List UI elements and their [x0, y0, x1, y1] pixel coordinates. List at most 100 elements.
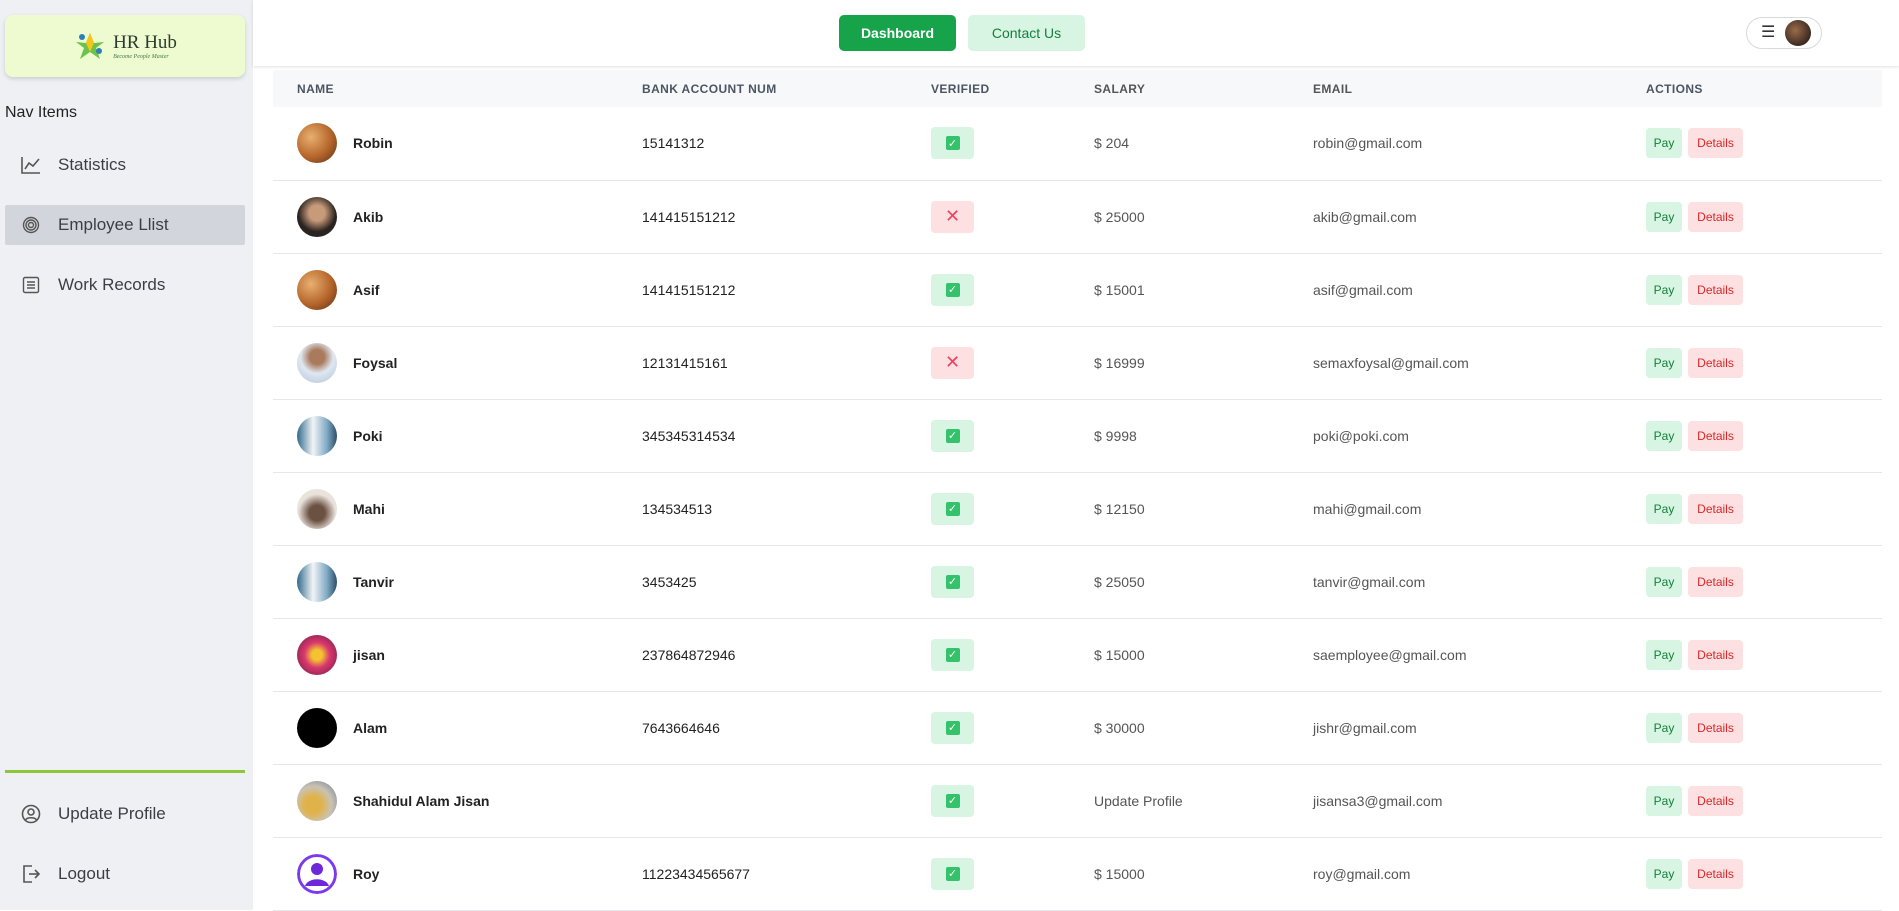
employee-name: Poki [353, 427, 383, 444]
checkmark-icon: ✓ [945, 720, 960, 735]
pay-button[interactable]: Pay [1646, 128, 1682, 159]
details-button[interactable]: Details [1688, 712, 1743, 743]
details-button[interactable]: Details [1688, 858, 1743, 889]
email: robin@gmail.com [1313, 135, 1423, 152]
table-row: Foysal 12131415161 ✕ $ 16999 semaxfoysal… [273, 326, 1882, 399]
pay-button[interactable]: Pay [1646, 493, 1682, 524]
email: mahi@gmail.com [1313, 500, 1422, 517]
avatar [297, 488, 337, 529]
email: jisansa3@gmail.com [1313, 792, 1443, 809]
details-button[interactable]: Details [1688, 566, 1743, 597]
column-header-verified: VERIFIED [931, 81, 990, 96]
pay-button[interactable]: Pay [1646, 420, 1682, 451]
details-button[interactable]: Details [1688, 639, 1743, 670]
column-header-bank: BANK ACCOUNT NUM [642, 81, 777, 96]
avatar [297, 196, 337, 237]
avatar [297, 707, 337, 748]
avatar [297, 561, 337, 602]
email: tanvir@gmail.com [1313, 573, 1426, 590]
table-row: jisan 237864872946 ✓ $ 15000 saemployee@… [273, 618, 1882, 691]
details-button[interactable]: Details [1688, 493, 1743, 524]
bank-account: 237864872946 [642, 646, 736, 663]
employee-name: Shahidul Alam Jisan [353, 792, 490, 809]
avatar [297, 415, 337, 456]
pay-button[interactable]: Pay [1646, 785, 1682, 816]
pay-button[interactable]: Pay [1646, 566, 1682, 597]
details-button[interactable]: Details [1688, 201, 1743, 232]
checkmark-icon: ✓ [945, 574, 960, 589]
column-header-actions: ACTIONS [1646, 81, 1703, 96]
nav-heading: Nav Items [5, 104, 78, 121]
pay-button[interactable]: Pay [1646, 274, 1682, 305]
bank-account: 11223434565677 [642, 865, 750, 882]
employee-name: Akib [353, 208, 384, 225]
fingerprint-icon [20, 214, 42, 236]
sidebar-item-update-profile[interactable]: Update Profile [5, 794, 245, 834]
table-row: Robin 15141312 ✓ $ 204 robin@gmail.com P… [273, 107, 1882, 180]
column-header-email: EMAIL [1313, 81, 1353, 96]
logo[interactable]: HR Hub Become People Master [5, 15, 245, 77]
unverified-badge: ✕ [931, 200, 974, 233]
salary: $ 30000 [1094, 719, 1145, 736]
email: akib@gmail.com [1313, 208, 1417, 225]
contact-us-button[interactable]: Contact Us [968, 15, 1085, 51]
table-row: Poki 345345314534 ✓ $ 9998 poki@poki.com… [273, 399, 1882, 472]
salary: $ 15001 [1094, 281, 1145, 298]
table-row: Alam 7643664646 ✓ $ 30000 jishr@gmail.co… [273, 691, 1882, 764]
table-row: Roy 11223434565677 ✓ $ 15000 roy@gmail.c… [273, 837, 1882, 910]
employee-name: jisan [353, 646, 385, 663]
top-bar: Dashboard Contact Us ☰ [253, 0, 1899, 66]
salary: $ 15000 [1094, 646, 1145, 663]
avatar [297, 269, 337, 310]
checkmark-icon: ✓ [945, 428, 960, 443]
sidebar-item-employee-list[interactable]: Employee Llist [5, 205, 245, 245]
table-row: Asif 141415151212 ✓ $ 15001 asif@gmail.c… [273, 253, 1882, 326]
details-button[interactable]: Details [1688, 128, 1743, 159]
column-header-name: NAME [297, 81, 334, 96]
table-header-row: NAME BANK ACCOUNT NUM VERIFIED SALARY EM… [273, 70, 1882, 107]
salary: Update Profile [1094, 792, 1183, 809]
avatar [1785, 20, 1812, 46]
dashboard-button[interactable]: Dashboard [839, 15, 956, 51]
sidebar-divider [5, 770, 245, 773]
pay-button[interactable]: Pay [1646, 347, 1682, 378]
pay-button[interactable]: Pay [1646, 712, 1682, 743]
bank-account: 3453425 [642, 573, 697, 590]
table-row: Shahidul Alam Jisan ✓ Update Profile jis… [273, 764, 1882, 837]
salary: $ 9998 [1094, 427, 1137, 444]
sidebar-item-work-records[interactable]: Work Records [5, 265, 245, 305]
logo-tagline: Become People Master [113, 53, 169, 60]
column-header-salary: SALARY [1094, 81, 1146, 96]
table-row: Akib 141415151212 ✕ $ 25000 akib@gmail.c… [273, 180, 1882, 253]
sidebar-item-label: Statistics [58, 155, 127, 174]
chart-line-icon [20, 154, 42, 176]
user-menu[interactable]: ☰ [1746, 17, 1822, 49]
salary: $ 25000 [1094, 208, 1145, 225]
pay-button[interactable]: Pay [1646, 639, 1682, 670]
checkmark-icon: ✓ [945, 647, 960, 662]
avatar [297, 634, 337, 675]
pay-button[interactable]: Pay [1646, 201, 1682, 232]
verified-badge: ✓ [931, 492, 974, 525]
bank-account: 141415151212 [642, 281, 736, 298]
list-icon [20, 274, 42, 296]
email: jishr@gmail.com [1313, 719, 1417, 736]
pay-button[interactable]: Pay [1646, 858, 1682, 889]
sidebar-item-statistics[interactable]: Statistics [5, 145, 245, 185]
salary: $ 16999 [1094, 354, 1145, 371]
checkmark-icon: ✓ [945, 501, 960, 516]
details-button[interactable]: Details [1688, 347, 1743, 378]
salary: $ 15000 [1094, 865, 1145, 882]
avatar [297, 780, 337, 821]
email: roy@gmail.com [1313, 865, 1411, 882]
details-button[interactable]: Details [1688, 274, 1743, 305]
email: saemployee@gmail.com [1313, 646, 1467, 663]
sidebar-item-logout[interactable]: Logout [5, 854, 245, 894]
checkmark-icon: ✓ [945, 866, 960, 881]
email: asif@gmail.com [1313, 281, 1413, 298]
employee-name: Tanvir [353, 573, 394, 590]
employee-name: Robin [353, 135, 393, 152]
logo-title: HR Hub [113, 31, 177, 53]
details-button[interactable]: Details [1688, 420, 1743, 451]
details-button[interactable]: Details [1688, 785, 1743, 816]
